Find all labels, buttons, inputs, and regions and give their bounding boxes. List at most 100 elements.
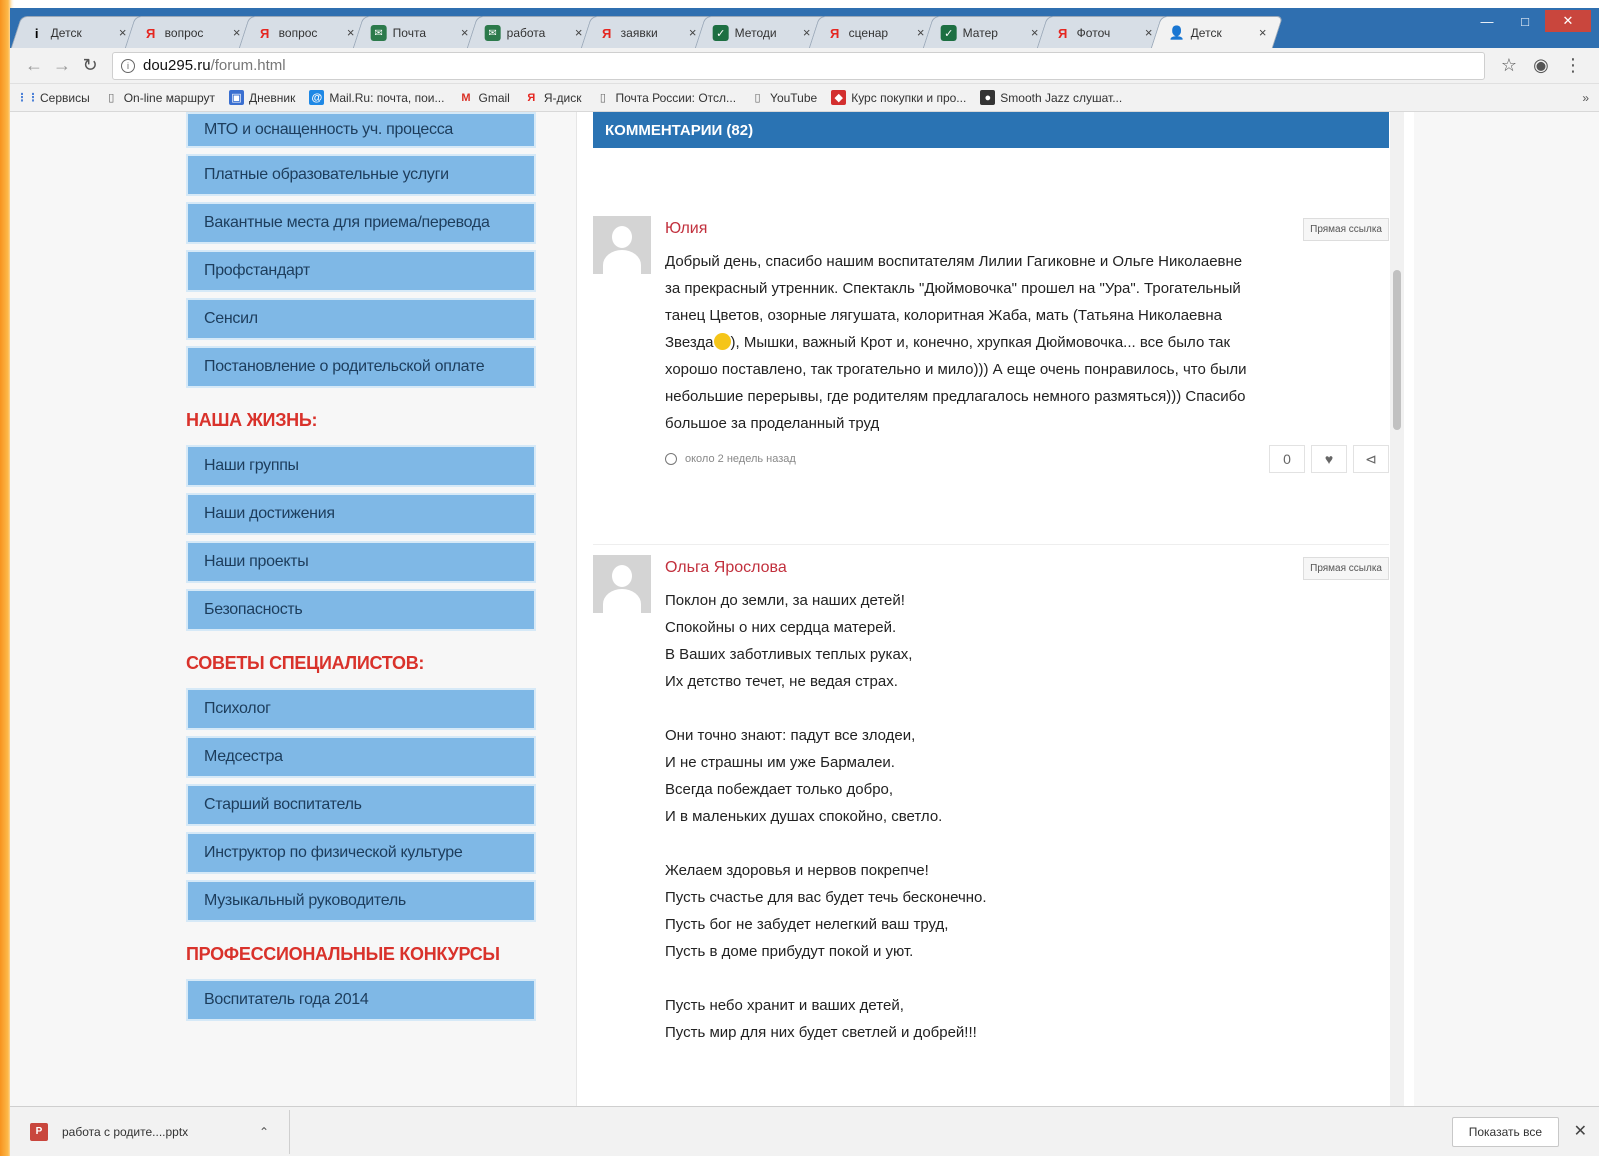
bookmark-7[interactable]: ▯ Почта России: Отсл... <box>595 90 736 105</box>
star-icon[interactable]: ☆ <box>1493 55 1525 76</box>
show-all-downloads-button[interactable]: Показать все <box>1451 1117 1559 1147</box>
close-icon[interactable]: × <box>1259 25 1267 40</box>
sidebar-menu: МТО и оснащенность уч. процесса Платные о… <box>186 112 536 1027</box>
sidebar-item[interactable]: Безопасность <box>186 589 536 631</box>
sidebar-item[interactable]: Сенсил <box>186 298 536 340</box>
poem-stanza: Поклон до земли, за наших детей! Спокойны… <box>665 587 1389 695</box>
bookmarks-bar: ⋮⋮ Сервисы ▯ On-line маршрут ▣ Дневник @ Mail.R… <box>10 84 1599 112</box>
maximize-button[interactable]: □ <box>1507 10 1543 32</box>
sidebar-item[interactable]: Наши достижения <box>186 493 536 535</box>
bookmark-9[interactable]: ◆ Курс покупки и про... <box>831 90 966 105</box>
bookmark-8[interactable]: ▯ YouTube <box>750 90 818 105</box>
yandex-icon: Я <box>830 25 840 40</box>
tab-7[interactable]: ✓ Методи × <box>694 16 828 48</box>
comment-text: Добрый день, спасибо нашим воспитателям … <box>665 248 1389 437</box>
download-bar: P работа с родите....pptx ⌃ Показать все… <box>10 1106 1599 1156</box>
sidebar-item[interactable]: Инструктор по физической культуре <box>186 832 536 874</box>
sidebar-item[interactable]: Наши проекты <box>186 541 536 583</box>
pptx-file-icon: P <box>30 1122 48 1141</box>
tab-2[interactable]: Явопрос × <box>124 16 258 48</box>
bookmark-label: Gmail <box>478 90 510 105</box>
sidebar-item[interactable]: Медсестра <box>186 736 536 778</box>
reload-button[interactable]: ↻ <box>76 55 104 76</box>
comment-author[interactable]: Юлия <box>665 216 1389 242</box>
doc-icon: ▯ <box>754 92 761 104</box>
bookmark-3[interactable]: ▣ Дневник <box>229 90 295 105</box>
minimize-button[interactable]: — <box>1469 10 1505 32</box>
chevron-up-icon[interactable]: ⌃ <box>259 1125 269 1139</box>
tab-title: вопрос <box>278 25 318 40</box>
permalink-button[interactable]: Прямая ссылка <box>1303 557 1389 580</box>
tab-6[interactable]: Язаявки × <box>580 16 714 48</box>
tab-5[interactable]: ✉ работа × <box>466 16 600 48</box>
forward-button[interactable]: → <box>48 55 76 76</box>
tab-title: работа <box>506 25 546 40</box>
comment-line: Добрый день, спасибо нашим воспитателям … <box>665 253 1243 270</box>
clock-icon <box>665 453 677 465</box>
bookmark-label: YouTube <box>770 90 818 105</box>
comment-line: танец Цветов, озорные лягушата, колоритн… <box>665 307 1222 324</box>
download-item[interactable]: P работа с родите....pptx ⌃ <box>30 1109 290 1154</box>
close-icon[interactable]: × <box>1145 25 1153 40</box>
comment-line: хорошо поставлено, так трогательно и мил… <box>665 361 1247 378</box>
poem-line: Пусть бог не забудет нелегкий ваш труд, <box>665 916 949 933</box>
sidebar-item[interactable]: МТО и оснащенность уч. процесса <box>186 112 536 148</box>
tab-strip: i Детск × Явопрос × Явопрос × ✉ Почта × ✉ работа × Яз… <box>10 8 1599 48</box>
tab-9[interactable]: ✓ Матер × <box>922 16 1056 48</box>
info-icon[interactable]: i <box>121 58 135 73</box>
scrollbar-thumb[interactable] <box>1393 270 1401 430</box>
bookmark-5[interactable]: M Gmail <box>458 90 509 105</box>
bookmark-1[interactable]: ⋮⋮ Сервисы <box>17 90 90 105</box>
tab-11[interactable]: 👤 Детск × <box>1150 16 1284 48</box>
reply-count-button[interactable]: 0 <box>1269 445 1305 473</box>
bookmark-2[interactable]: ▯ On-line маршрут <box>104 90 215 105</box>
tab-1[interactable]: i Детск × <box>10 16 144 48</box>
comment: Ольга Ярослова Прямая ссылка Поклон до з… <box>593 544 1389 1046</box>
mail-icon: ✉ <box>370 24 387 41</box>
close-icon[interactable]: × <box>233 25 241 40</box>
permalink-button[interactable]: Прямая ссылка <box>1303 218 1389 241</box>
sidebar-item[interactable]: Воспитатель года 2014 <box>186 979 536 1021</box>
heart-icon[interactable]: ♥ <box>1311 445 1347 473</box>
comment-author[interactable]: Ольга Ярослова <box>665 555 1389 581</box>
close-icon[interactable]: × <box>1031 25 1039 40</box>
tab-4[interactable]: ✉ Почта × <box>352 16 486 48</box>
sidebar-item[interactable]: Психолог <box>186 688 536 730</box>
tab-10[interactable]: Я Фоточ × <box>1036 16 1170 48</box>
sidebar-item[interactable]: Наши группы <box>186 445 536 487</box>
menu-icon[interactable]: ⋮ <box>1557 55 1589 76</box>
extension-icon[interactable]: ◉ <box>1525 55 1557 76</box>
close-icon[interactable]: × <box>119 25 127 40</box>
sidebar-item[interactable]: Музыкальный руководитель <box>186 880 536 922</box>
poem-stanza: Пусть небо хранит и ваших детей, Пусть ми… <box>665 992 1389 1046</box>
poem-line: Всегда побеждает только добро, <box>665 781 894 798</box>
comment: Юлия Прямая ссылка Добрый день, спасибо … <box>593 216 1389 473</box>
bookmark-6[interactable]: Я Я-диск <box>524 90 581 105</box>
bookmark-label: Smooth Jazz слушат... <box>1000 90 1123 105</box>
back-button[interactable]: ← <box>20 55 48 76</box>
bookmark-4[interactable]: @ Mail.Ru: почта, пои... <box>309 90 444 105</box>
close-icon[interactable]: × <box>347 25 355 40</box>
tab-3[interactable]: Явопрос × <box>238 16 372 48</box>
close-icon[interactable]: ✕ <box>1574 1121 1587 1141</box>
sidebar-item[interactable]: Профстандарт <box>186 250 536 292</box>
sidebar-item[interactable]: Постановление о родительской оплате <box>186 346 536 388</box>
bookmark-10[interactable]: ● Smooth Jazz слушат... <box>980 90 1122 105</box>
close-icon[interactable]: × <box>461 25 469 40</box>
page-scrollbar[interactable] <box>1390 112 1404 1106</box>
bookmarks-overflow-button[interactable]: » <box>1582 91 1589 105</box>
sidebar-item[interactable]: Старший воспитатель <box>186 784 536 826</box>
address-bar[interactable]: i dou295.ru /forum.html <box>112 51 1485 80</box>
share-icon[interactable]: ⊲ <box>1353 445 1389 473</box>
close-window-button[interactable]: ✕ <box>1545 10 1591 32</box>
comment-text: Поклон до земли, за наших детей! Спокойны… <box>665 587 1389 1046</box>
close-icon[interactable]: × <box>917 25 925 40</box>
url-host: dou295.ru <box>143 57 211 74</box>
close-icon[interactable]: × <box>575 25 583 40</box>
avatar <box>593 216 651 274</box>
sidebar-item[interactable]: Вакантные места для приема/перевода <box>186 202 536 244</box>
close-icon[interactable]: × <box>689 25 697 40</box>
close-icon[interactable]: × <box>803 25 811 40</box>
tab-8[interactable]: Ясценар × <box>808 16 942 48</box>
sidebar-item[interactable]: Платные образовательные услуги <box>186 154 536 196</box>
